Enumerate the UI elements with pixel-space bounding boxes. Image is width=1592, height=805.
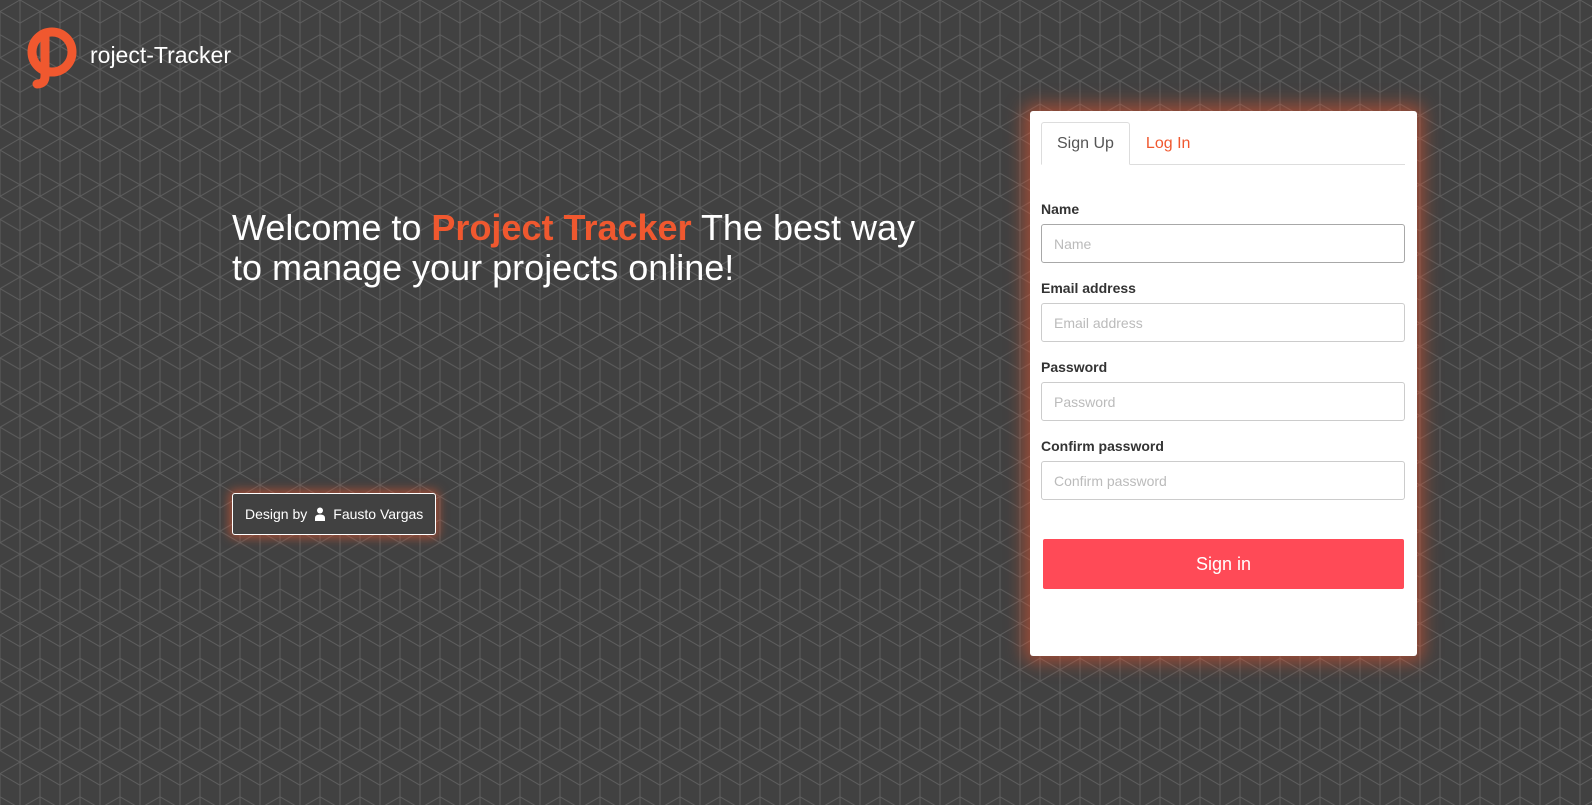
email-input[interactable] [1041,303,1405,342]
confirm-password-field-group: Confirm password [1041,437,1405,500]
logo-p-icon [27,27,77,89]
password-field-group: Password [1041,358,1405,421]
person-icon [315,507,326,521]
design-credit-badge[interactable]: Design by Fausto Vargas [232,493,437,535]
auth-tabs: Sign Up Log In [1041,122,1405,165]
name-field-group: Name [1041,200,1405,263]
tab-log-in[interactable]: Log In [1130,122,1206,165]
name-input[interactable] [1041,224,1405,263]
headline-prefix: Welcome to [232,207,422,248]
sign-in-button[interactable]: Sign in [1043,539,1404,589]
auth-card: Sign Up Log In Name Email address Passwo… [1030,111,1417,656]
welcome-headline: Welcome to Project Tracker The best way … [232,208,932,288]
brand-logo[interactable]: roject-Tracker [23,26,231,90]
credit-author: Fausto Vargas [333,506,424,522]
email-field-group: Email address [1041,279,1405,342]
name-label: Name [1041,201,1080,217]
tab-sign-up[interactable]: Sign Up [1041,122,1130,165]
confirm-password-label: Confirm password [1041,438,1164,454]
confirm-password-input[interactable] [1041,461,1405,500]
email-label: Email address [1041,280,1136,296]
headline-brand: Project Tracker [431,207,692,248]
credit-label: Design by [245,506,308,522]
password-input[interactable] [1041,382,1405,421]
brand-name: roject-Tracker [90,41,231,68]
password-label: Password [1041,359,1108,375]
